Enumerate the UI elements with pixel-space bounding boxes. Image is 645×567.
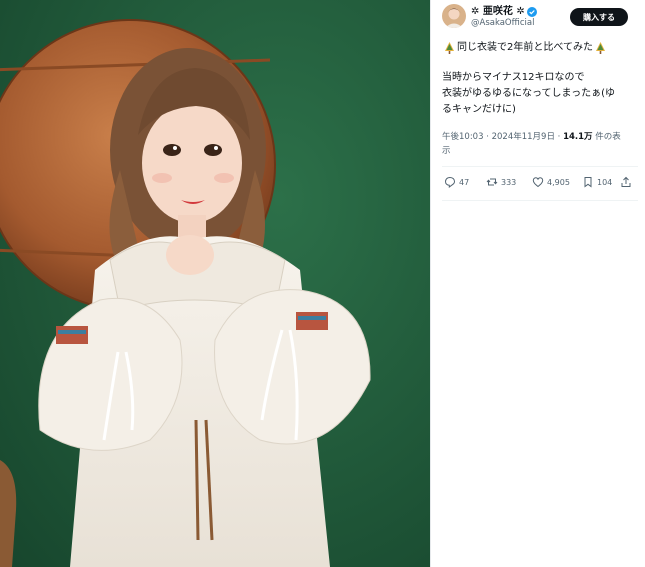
- heart-icon: [532, 177, 544, 188]
- tweet-text-line-1: 同じ衣装で2年前と比べてみた: [457, 42, 593, 53]
- like-button[interactable]: 4,905: [532, 176, 570, 188]
- christmas-tree-icon: [595, 42, 606, 54]
- photo-image: [0, 0, 430, 567]
- view-count-suffix-2: 示: [442, 146, 451, 156]
- bookmark-button[interactable]: 104: [582, 176, 612, 188]
- tweet-photo[interactable]: [0, 0, 430, 567]
- tweet-actions: 47 333 4,905 104: [444, 176, 640, 192]
- reply-icon: [444, 176, 456, 188]
- share-button[interactable]: [620, 176, 635, 188]
- tweet-timestamp[interactable]: 午後10:03 · 2024年11月9日 ·: [442, 132, 563, 142]
- divider-line: [442, 200, 638, 201]
- bookmark-count: 104: [597, 177, 613, 187]
- author-names: ✲ 亜咲花 ✲ @AsakaOfficial: [471, 5, 537, 29]
- tweet-text-line-2: 当時からマイナス12キロなので: [442, 72, 585, 83]
- repost-icon: [486, 178, 498, 186]
- tweet-line-1: 同じ衣装で2年前と比べてみた: [442, 40, 638, 56]
- like-count: 4,905: [547, 177, 570, 187]
- christmas-tree-icon: [444, 42, 455, 54]
- reply-count: 47: [459, 177, 470, 187]
- repost-count: 333: [501, 177, 517, 187]
- tweet-panel: ✲ 亜咲花 ✲ @AsakaOfficial 購入する 同じ衣装で2年前と比べて…: [431, 0, 645, 567]
- tweet-text-line-3: 衣装がゆるゆるになってしまったぁ(ゆ: [442, 88, 616, 99]
- repost-button[interactable]: 333: [486, 176, 516, 188]
- share-icon: [621, 176, 631, 187]
- tweet-text: 同じ衣装で2年前と比べてみた 当時からマイナス12キロなので 衣装がゆるゆるにな…: [442, 40, 638, 118]
- reply-button[interactable]: 47: [444, 176, 469, 188]
- author-handle[interactable]: @AsakaOfficial: [471, 18, 537, 29]
- verified-badge-icon: [526, 6, 537, 17]
- tweet-meta: 午後10:03 · 2024年11月9日 · 14.1万 件の表 示: [442, 130, 638, 158]
- view-count-suffix: 件の表: [592, 132, 621, 142]
- view-count: 14.1万: [563, 132, 593, 142]
- divider-line: [442, 166, 638, 167]
- author-display-name-row[interactable]: ✲ 亜咲花 ✲: [471, 5, 537, 18]
- buy-button[interactable]: 購入する: [570, 8, 628, 26]
- tweet-text-line-4: るキャンだけに): [442, 104, 516, 115]
- tweet-header: ✲ 亜咲花 ✲ @AsakaOfficial 購入する: [442, 4, 642, 30]
- author-display-name[interactable]: ✲ 亜咲花 ✲: [471, 5, 525, 18]
- avatar[interactable]: [442, 4, 466, 28]
- bookmark-icon: [584, 177, 592, 188]
